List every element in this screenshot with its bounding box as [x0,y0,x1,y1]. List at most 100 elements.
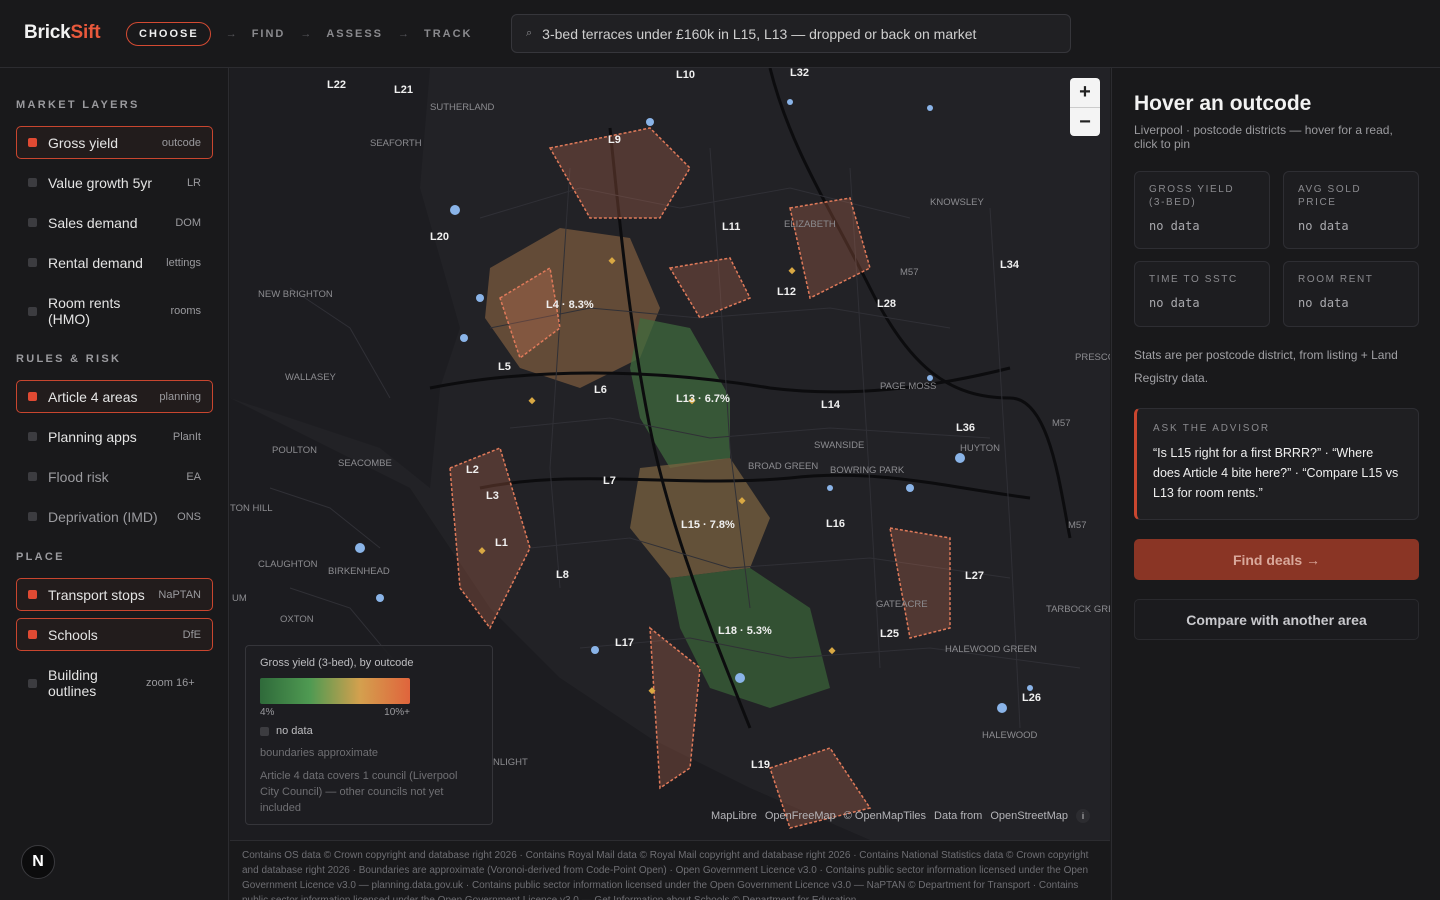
stat-key: ROOM RENT [1298,274,1374,285]
outcode-label[interactable]: L14 [821,399,841,411]
outcode-label[interactable]: L25 [880,628,899,640]
layer-gross-yield[interactable]: Gross yield outcode [16,126,213,159]
toggle-dot-icon [28,432,37,441]
map-canvas[interactable]: L22 L21 L10 L32 L9 L20 L11 L34 L4 · 8.3%… [230,68,1110,840]
layer-label: Sales demand [48,214,138,231]
zoom-out-button[interactable]: − [1070,107,1100,136]
outcode-label[interactable]: L36 [956,422,975,434]
outcode-label[interactable]: L4 · 8.3% [546,299,594,311]
layer-schools[interactable]: Schools DfE [16,618,213,651]
search-input[interactable] [542,25,1070,42]
outcode-label[interactable]: L8 [556,569,569,581]
place-label: HALEWOOD GREEN [945,644,1037,655]
outcode-label[interactable]: L19 [751,759,770,771]
attrib-maplibre[interactable]: MapLibre [711,810,757,822]
layer-source: EA [186,470,201,483]
attrib-osm[interactable]: OpenStreetMap [990,810,1068,822]
stat-value: no data [1149,296,1200,310]
layer-label: Flood risk [48,468,109,485]
step-nav: CHOOSE → FIND → ASSESS → TRACK [126,22,473,46]
no-data-swatch [260,726,269,736]
layer-deprivation[interactable]: Deprivation (IMD) ONS [16,500,213,533]
layer-flood-risk[interactable]: Flood risk EA [16,460,213,493]
toggle-dot-icon [28,392,37,401]
outcode-label[interactable]: L7 [603,475,616,487]
outcode-label[interactable]: L5 [498,361,511,373]
toggle-dot-icon [28,178,37,187]
outcode-label[interactable]: L17 [615,637,634,649]
outcode-label[interactable]: L10 [676,69,695,81]
step-arrow-icon: → [225,28,237,40]
attrib-openmaptiles[interactable]: © OpenMapTiles [844,810,926,822]
toggle-dot-icon [28,258,37,267]
stats-note: Stats are per postcode district, from li… [1134,348,1398,385]
outcode-label[interactable]: L16 [826,518,845,530]
outcode-label[interactable]: L13 · 6.7% [676,393,730,405]
outcode-label[interactable]: L32 [790,68,809,79]
place-label: POULTON [272,445,317,456]
step-assess[interactable]: ASSESS [326,28,383,40]
step-find[interactable]: FIND [252,28,286,40]
layer-source: planning [159,390,201,403]
layer-source: rooms [170,305,201,317]
toggle-dot-icon [28,630,37,639]
outcode-polygon-l15[interactable] [630,458,770,578]
layer-source: DOM [175,216,201,229]
place-label: PAGE MOSS [880,381,936,392]
outcode-label[interactable]: L12 [777,286,796,298]
toggle-dot-icon [28,590,37,599]
layer-source: outcode [161,136,201,149]
outcode-label[interactable]: L15 · 7.8% [681,519,735,531]
advisor-prompts[interactable]: “Is L15 right for a first BRRR?” · “Wher… [1153,443,1402,503]
layer-room-rents[interactable]: Room rents (HMO) rooms [16,290,213,332]
top-bar: BrickSift CHOOSE → FIND → ASSESS → TRACK… [0,0,1440,68]
attrib-openfreemap[interactable]: OpenFreeMap [765,810,836,822]
stat-key: TIME TO SSTC [1149,274,1238,285]
outcode-label[interactable]: L26 [1022,692,1041,704]
layer-rental-demand[interactable]: Rental demand lettings [16,246,213,279]
stat-value: no data [1298,219,1349,233]
compare-area-button[interactable]: Compare with another area [1134,599,1419,640]
layer-label: Gross yield [48,134,119,151]
search-box[interactable]: ⌕ [511,14,1071,53]
legend-approx-note: boundaries approximate [260,747,379,759]
layer-building-outlines[interactable]: Building outlines zoom 16+ [16,662,213,704]
place-label: NEW BRIGHTON [258,289,333,300]
outcode-label[interactable]: L1 [495,537,508,549]
outcode-label[interactable]: L11 [722,221,740,233]
step-track[interactable]: TRACK [424,28,473,40]
outcode-label[interactable]: L21 [394,84,413,96]
place-label: M57 [900,267,918,278]
layer-article-4[interactable]: Article 4 areas planning [16,380,213,413]
place-label: HUYTON [960,443,1000,454]
layer-sales-demand[interactable]: Sales demand DOM [16,206,213,239]
n-badge-icon[interactable]: N [21,845,55,879]
outcode-detail-panel: Hover an outcode Liverpool · postcode di… [1111,68,1440,900]
attrib-data-from: Data from [934,810,983,822]
find-deals-button[interactable]: Find deals → [1134,539,1419,580]
layer-value-growth[interactable]: Value growth 5yr LR [16,166,213,199]
outcode-label[interactable]: L2 [466,464,479,476]
road-link [479,473,1031,500]
layer-source: ONS [177,510,201,523]
outcode-label[interactable]: L28 [877,298,896,310]
outcode-label[interactable]: L3 [486,490,499,502]
step-choose[interactable]: CHOOSE [126,22,211,46]
outcode-label[interactable]: L6 [594,384,607,396]
stat-value: no data [1149,219,1200,233]
place-label: OXTON [280,614,314,625]
logo[interactable]: BrickSift [24,22,101,44]
info-icon[interactable]: i [1076,809,1090,823]
zoom-in-button[interactable]: + [1070,78,1100,107]
layers-sidebar: MARKET LAYERS Gross yield outcode Value g… [0,68,229,900]
outcode-label[interactable]: L9 [608,134,621,146]
map-attribution: MapLibre OpenFreeMap © OpenMapTiles Data… [711,809,1090,823]
outcode-label[interactable]: L20 [430,231,449,243]
outcode-label[interactable]: L18 · 5.3% [718,625,772,637]
layer-planning-apps[interactable]: Planning apps PlanIt [16,420,213,453]
outcode-label[interactable]: L34 [1000,259,1020,271]
layer-transport-stops[interactable]: Transport stops NaPTAN [16,578,213,611]
advisor-card[interactable]: ASK THE ADVISOR “Is L15 right for a firs… [1134,408,1419,520]
outcode-label[interactable]: L22 [327,79,346,91]
outcode-label[interactable]: L27 [965,570,984,582]
